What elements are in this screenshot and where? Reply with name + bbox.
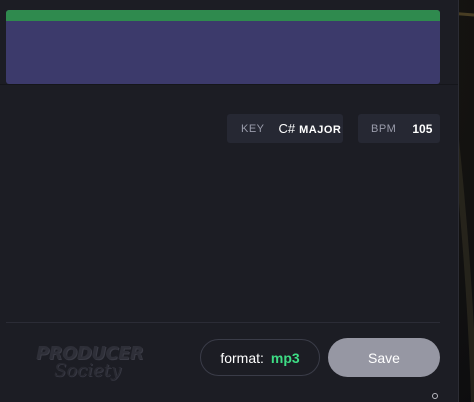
bpm-label: BPM: [371, 122, 397, 135]
key-value: C# MAJOR: [279, 121, 342, 136]
card-divider: [0, 84, 458, 85]
bpm-chip: BPM 105: [358, 114, 440, 143]
key-label: KEY: [241, 122, 265, 135]
key-note: C#: [278, 121, 296, 136]
track-card[interactable]: [6, 10, 440, 84]
key-chip: KEY C# MAJOR: [227, 114, 343, 143]
track-card-accent-stripe: [6, 10, 440, 21]
format-value: mp3: [270, 349, 300, 366]
footer-divider: [6, 322, 440, 323]
producer-society-logo: PRODUCER Society: [34, 340, 152, 384]
export-panel: KEY C# MAJOR BPM 105 PRODUCER Society for…: [0, 0, 459, 402]
format-label: format:: [220, 349, 264, 366]
format-selector[interactable]: format: mp3: [200, 339, 320, 376]
key-mode: MAJOR: [299, 124, 342, 136]
save-button[interactable]: Save: [328, 338, 440, 377]
scroll-indicator[interactable]: [432, 393, 438, 399]
logo-text-society: Society: [54, 360, 122, 381]
bpm-value: 105: [412, 121, 433, 136]
